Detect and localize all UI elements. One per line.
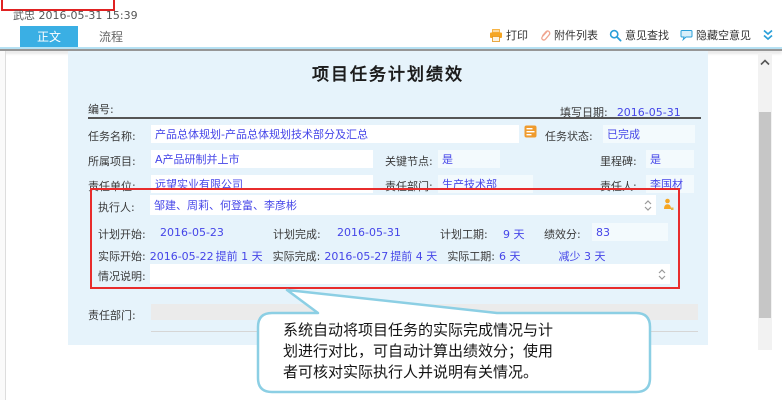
find-opinions-button[interactable]: 意见查找 (609, 27, 669, 43)
task-name-value: 产品总体规划-产品总体规划技术部分及汇总 (155, 126, 368, 142)
project-field[interactable]: A产品研制并上市 (151, 150, 373, 168)
expand-more-chevrons-icon[interactable] (762, 29, 774, 41)
task-status-label: 任务状态: (545, 128, 593, 144)
actual-finish-label: 实际完成: (273, 248, 321, 264)
callout-line: 划进行对比，可自动计算出绩效分；使用 (283, 341, 643, 362)
author-timestamp: 武忠 2016-05-31 15:39 (13, 7, 138, 23)
actual-start-label: 实际开始: (98, 248, 146, 264)
chevron-down-icon (658, 275, 666, 280)
actual-duration-value: 6 天 (499, 248, 521, 264)
scroll-up-arrow-icon[interactable] (760, 59, 770, 66)
score-label: 绩效分: (544, 226, 581, 242)
vertical-scrollbar[interactable] (758, 53, 772, 350)
left-edge-strip (0, 51, 6, 400)
speech-bubble-icon (680, 29, 693, 41)
find-opinions-label: 意见查找 (625, 27, 669, 43)
executor-label: 执行人: (98, 199, 135, 215)
print-label: 打印 (506, 27, 528, 43)
score-field: 83 (592, 223, 668, 241)
actual-start-value: 2016-05-22 (150, 250, 214, 263)
header-divider (88, 117, 701, 119)
task-picker-icon[interactable] (524, 125, 537, 138)
executor-field[interactable]: 邹建、周莉、何登富、李彦彬 (150, 195, 656, 215)
attachment-list-button[interactable]: 附件列表 (539, 27, 598, 43)
plan-duration-value: 9 天 (503, 226, 525, 242)
tab-workflow-label: 流程 (99, 28, 123, 45)
tab-workflow[interactable]: 流程 (86, 26, 136, 47)
task-status-field: 已完成 (603, 125, 695, 143)
app-window: 武忠 2016-05-31 15:39 正文 流程 打印 附件列表 (0, 0, 782, 400)
actual-start-note: 提前 1 天 (216, 248, 263, 264)
note-label: 情况说明: (98, 268, 146, 284)
milestone-field: 是 (646, 150, 694, 168)
key-node-label: 关键节点: (385, 153, 433, 169)
callout-line: 者可核对实际执行人并说明有关情况。 (283, 362, 643, 383)
form-title: 项目任务计划绩效 (68, 60, 708, 85)
print-button[interactable]: 打印 (489, 27, 528, 43)
plan-start-label: 计划开始: (98, 226, 146, 242)
actual-duration-label: 实际工期: (447, 248, 495, 264)
task-name-field[interactable]: 产品总体规划-产品总体规划技术部分及汇总 (151, 125, 519, 143)
printer-icon (489, 29, 503, 42)
tab-body[interactable]: 正文 (20, 26, 78, 47)
hide-empty-opinions-label: 隐藏空意见 (696, 27, 751, 43)
magnifier-icon (609, 29, 622, 42)
paperclip-icon (539, 29, 551, 42)
duration-change-value: 减少 3 天 (559, 248, 606, 264)
executor-spinner[interactable] (644, 200, 652, 211)
plan-finish-label: 计划完成: (273, 226, 321, 242)
note-spinner[interactable] (658, 269, 666, 280)
chevron-up-icon (658, 269, 666, 274)
key-node-field: 是 (438, 150, 500, 168)
project-value: A产品研制并上市 (155, 151, 240, 167)
milestone-label: 里程碑: (600, 153, 637, 169)
key-node-value: 是 (442, 151, 453, 167)
bottom-dept-field[interactable] (151, 304, 698, 320)
plan-start-value: 2016-05-23 (160, 226, 224, 239)
task-status-value: 已完成 (607, 126, 640, 142)
chevron-up-icon (644, 200, 652, 205)
scrollbar-thumb[interactable] (759, 112, 771, 318)
milestone-value: 是 (650, 151, 661, 167)
bottom-dept-label: 责任部门: (88, 307, 136, 323)
executor-value: 邹建、周莉、何登富、李彦彬 (154, 197, 297, 213)
actual-finish-note: 提前 4 天 (390, 248, 437, 264)
highlight-box: 执行人: 邹建、周莉、何登富、李彦彬 计划开始: 2016-05-23 计划完成… (90, 188, 680, 289)
score-value: 83 (596, 226, 610, 239)
note-field[interactable] (150, 264, 670, 284)
actual-row: 实际开始: 2016-05-22 提前 1 天 实际完成: 2016-05-27… (98, 248, 672, 264)
callout-line: 系统自动将项目任务的实际完成情况与计 (283, 320, 643, 341)
tab-body-label: 正文 (37, 28, 61, 45)
chevron-down-icon (644, 206, 652, 211)
project-label: 所属项目: (88, 153, 136, 169)
plan-finish-value: 2016-05-31 (337, 226, 401, 239)
attachment-list-label: 附件列表 (554, 27, 598, 43)
actual-finish-value: 2016-05-27 (324, 250, 388, 263)
plan-duration-label: 计划工期: (440, 226, 488, 242)
form-area: 项目任务计划绩效 编号: 填写日期: 2016-05-31 任务名称: 产品总体… (68, 51, 708, 345)
toolbar: 打印 附件列表 意见查找 隐藏空意见 (489, 27, 774, 43)
callout-text: 系统自动将项目任务的实际完成情况与计 划进行对比，可自动计算出绩效分；使用 者可… (283, 320, 643, 383)
task-name-label: 任务名称: (88, 128, 136, 144)
person-picker-icon[interactable] (663, 198, 674, 211)
number-label: 编号: (88, 101, 114, 117)
hide-empty-opinions-button[interactable]: 隐藏空意见 (680, 27, 751, 43)
